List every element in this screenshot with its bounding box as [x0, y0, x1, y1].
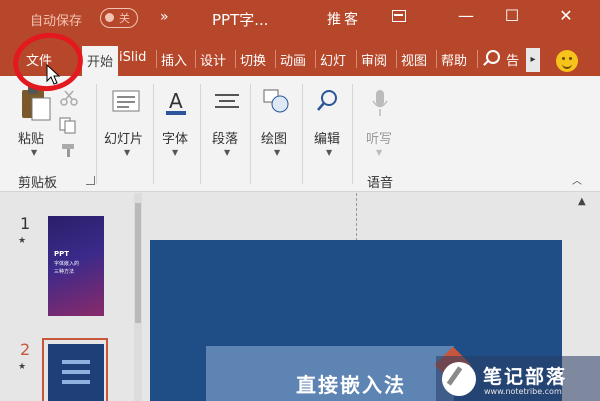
- user-name[interactable]: 推客: [327, 9, 361, 29]
- collapse-ribbon-icon[interactable]: ︿: [572, 172, 582, 187]
- font-dropdown-icon[interactable]: ▼: [172, 148, 178, 157]
- tab-animations[interactable]: 动画: [280, 50, 306, 69]
- slide-thumbnail-2[interactable]: [48, 344, 104, 401]
- thumb-bar: [62, 370, 90, 374]
- voice-group-label: 语音: [367, 176, 394, 191]
- ribbon-display-options-icon[interactable]: [392, 10, 406, 22]
- thumb-title: PPT: [54, 250, 70, 258]
- slide-number: 1: [20, 214, 31, 233]
- group-divider: [250, 84, 251, 184]
- quick-access-more-icon[interactable]: »: [160, 9, 169, 25]
- autosave-label: 自动保存: [30, 14, 83, 29]
- paste-dropdown-icon[interactable]: ▼: [31, 148, 37, 157]
- document-title: PPT字...: [212, 11, 269, 29]
- thumbnail-scrollbar[interactable]: [134, 193, 142, 401]
- dictate-dropdown-icon[interactable]: ▼: [376, 148, 382, 157]
- tab-transitions[interactable]: 切换: [240, 50, 266, 69]
- tab-islide[interactable]: iSlid: [119, 50, 146, 65]
- drawing-button[interactable]: 绘图: [261, 128, 287, 147]
- tab-divider: [436, 50, 437, 68]
- group-divider: [302, 84, 303, 184]
- copy-icon[interactable]: [58, 116, 78, 134]
- format-painter-icon[interactable]: [60, 142, 78, 158]
- tab-divider: [156, 50, 157, 68]
- tab-divider: [195, 50, 196, 68]
- paste-button[interactable]: 粘贴: [18, 128, 44, 147]
- toggle-knob: [105, 13, 114, 22]
- minimize-button[interactable]: —: [454, 6, 478, 25]
- slide-heading[interactable]: 直接嵌入法: [296, 369, 406, 398]
- font-button[interactable]: 字体: [162, 128, 188, 147]
- font-color-icon[interactable]: A: [164, 88, 188, 116]
- microphone-icon[interactable]: [370, 88, 390, 120]
- search-icon[interactable]: [486, 50, 500, 64]
- slide-thumbnail-1[interactable]: PPT 字体嵌入的 三种方法: [48, 216, 104, 316]
- tab-divider: [315, 50, 316, 68]
- shapes-icon[interactable]: [262, 88, 290, 114]
- tab-divider: [235, 50, 236, 68]
- ribbon-tab-bar: 文件 开始 iSlid 插入 设计 切换 动画 幻灯 审阅 视图 帮助 告 ▸: [0, 42, 600, 76]
- slides-dropdown-icon[interactable]: ▼: [124, 148, 130, 157]
- tab-slideshow[interactable]: 幻灯: [320, 50, 346, 69]
- slide-number-selected: 2: [20, 340, 31, 359]
- watermark-text: 笔记部落: [483, 366, 568, 388]
- autosave-state: 关: [119, 12, 130, 25]
- tab-help[interactable]: 帮助: [441, 50, 467, 69]
- tab-divider: [396, 50, 397, 68]
- editing-button[interactable]: 编辑: [314, 128, 340, 147]
- feedback-smiley-icon[interactable]: [556, 50, 578, 72]
- paragraph-align-icon[interactable]: [214, 92, 240, 112]
- thumb-bar: [62, 360, 90, 364]
- thumb-bar: [62, 380, 90, 384]
- editing-dropdown-icon[interactable]: ▼: [326, 148, 332, 157]
- dictate-button[interactable]: 听写: [366, 128, 392, 147]
- paragraph-dropdown-icon[interactable]: ▼: [224, 148, 230, 157]
- tab-insert[interactable]: 插入: [161, 50, 187, 69]
- close-button[interactable]: ✕: [554, 6, 578, 25]
- clipboard-group-label: 剪贴板: [18, 176, 58, 191]
- drawing-dropdown-icon[interactable]: ▼: [274, 148, 280, 157]
- group-divider: [352, 84, 353, 184]
- tab-home[interactable]: 开始: [82, 46, 118, 76]
- find-icon[interactable]: [316, 88, 340, 114]
- watermark-url: www.notetribe.com: [484, 387, 562, 396]
- scroll-up-icon[interactable]: ▲: [578, 196, 586, 207]
- tab-divider: [275, 50, 276, 68]
- ribbon-home: 粘贴 ▼ 剪贴板 幻灯片 ▼ A 字体 ▼ 段落 ▼ 绘图 ▼ 编辑 ▼ 听写 …: [0, 76, 600, 192]
- tab-review[interactable]: 审阅: [361, 50, 387, 69]
- group-divider: [153, 84, 154, 184]
- svg-text:A: A: [169, 89, 183, 113]
- group-divider: [200, 84, 201, 184]
- tab-divider: [356, 50, 357, 68]
- thumb-line: 三种方法: [54, 269, 75, 275]
- clipboard-launcher-icon[interactable]: [86, 176, 95, 185]
- animation-star-icon: ★: [18, 362, 27, 372]
- animation-star-icon: ★: [18, 236, 27, 246]
- paragraph-button[interactable]: 段落: [212, 128, 238, 147]
- maximize-button[interactable]: ☐: [500, 6, 524, 25]
- group-divider: [96, 84, 97, 184]
- slides-button[interactable]: 幻灯片: [104, 128, 143, 147]
- new-slide-icon[interactable]: [112, 90, 140, 114]
- autosave-toggle[interactable]: 关: [100, 8, 138, 28]
- tab-design[interactable]: 设计: [200, 50, 226, 69]
- mouse-cursor-icon: [46, 64, 61, 85]
- thumb-line: 字体嵌入的: [54, 261, 80, 267]
- tab-divider: [477, 50, 478, 68]
- tell-me-search[interactable]: 告: [506, 50, 519, 69]
- tab-view[interactable]: 视图: [401, 50, 427, 69]
- tab-scroll-right-icon[interactable]: ▸: [526, 48, 540, 72]
- cut-icon[interactable]: [60, 90, 78, 106]
- scrollbar-thumb[interactable]: [135, 203, 141, 323]
- title-bar: 自动保存 关 » PPT字... 推客 — ☐ ✕: [0, 0, 600, 42]
- tab-home-label: 开始: [87, 55, 114, 70]
